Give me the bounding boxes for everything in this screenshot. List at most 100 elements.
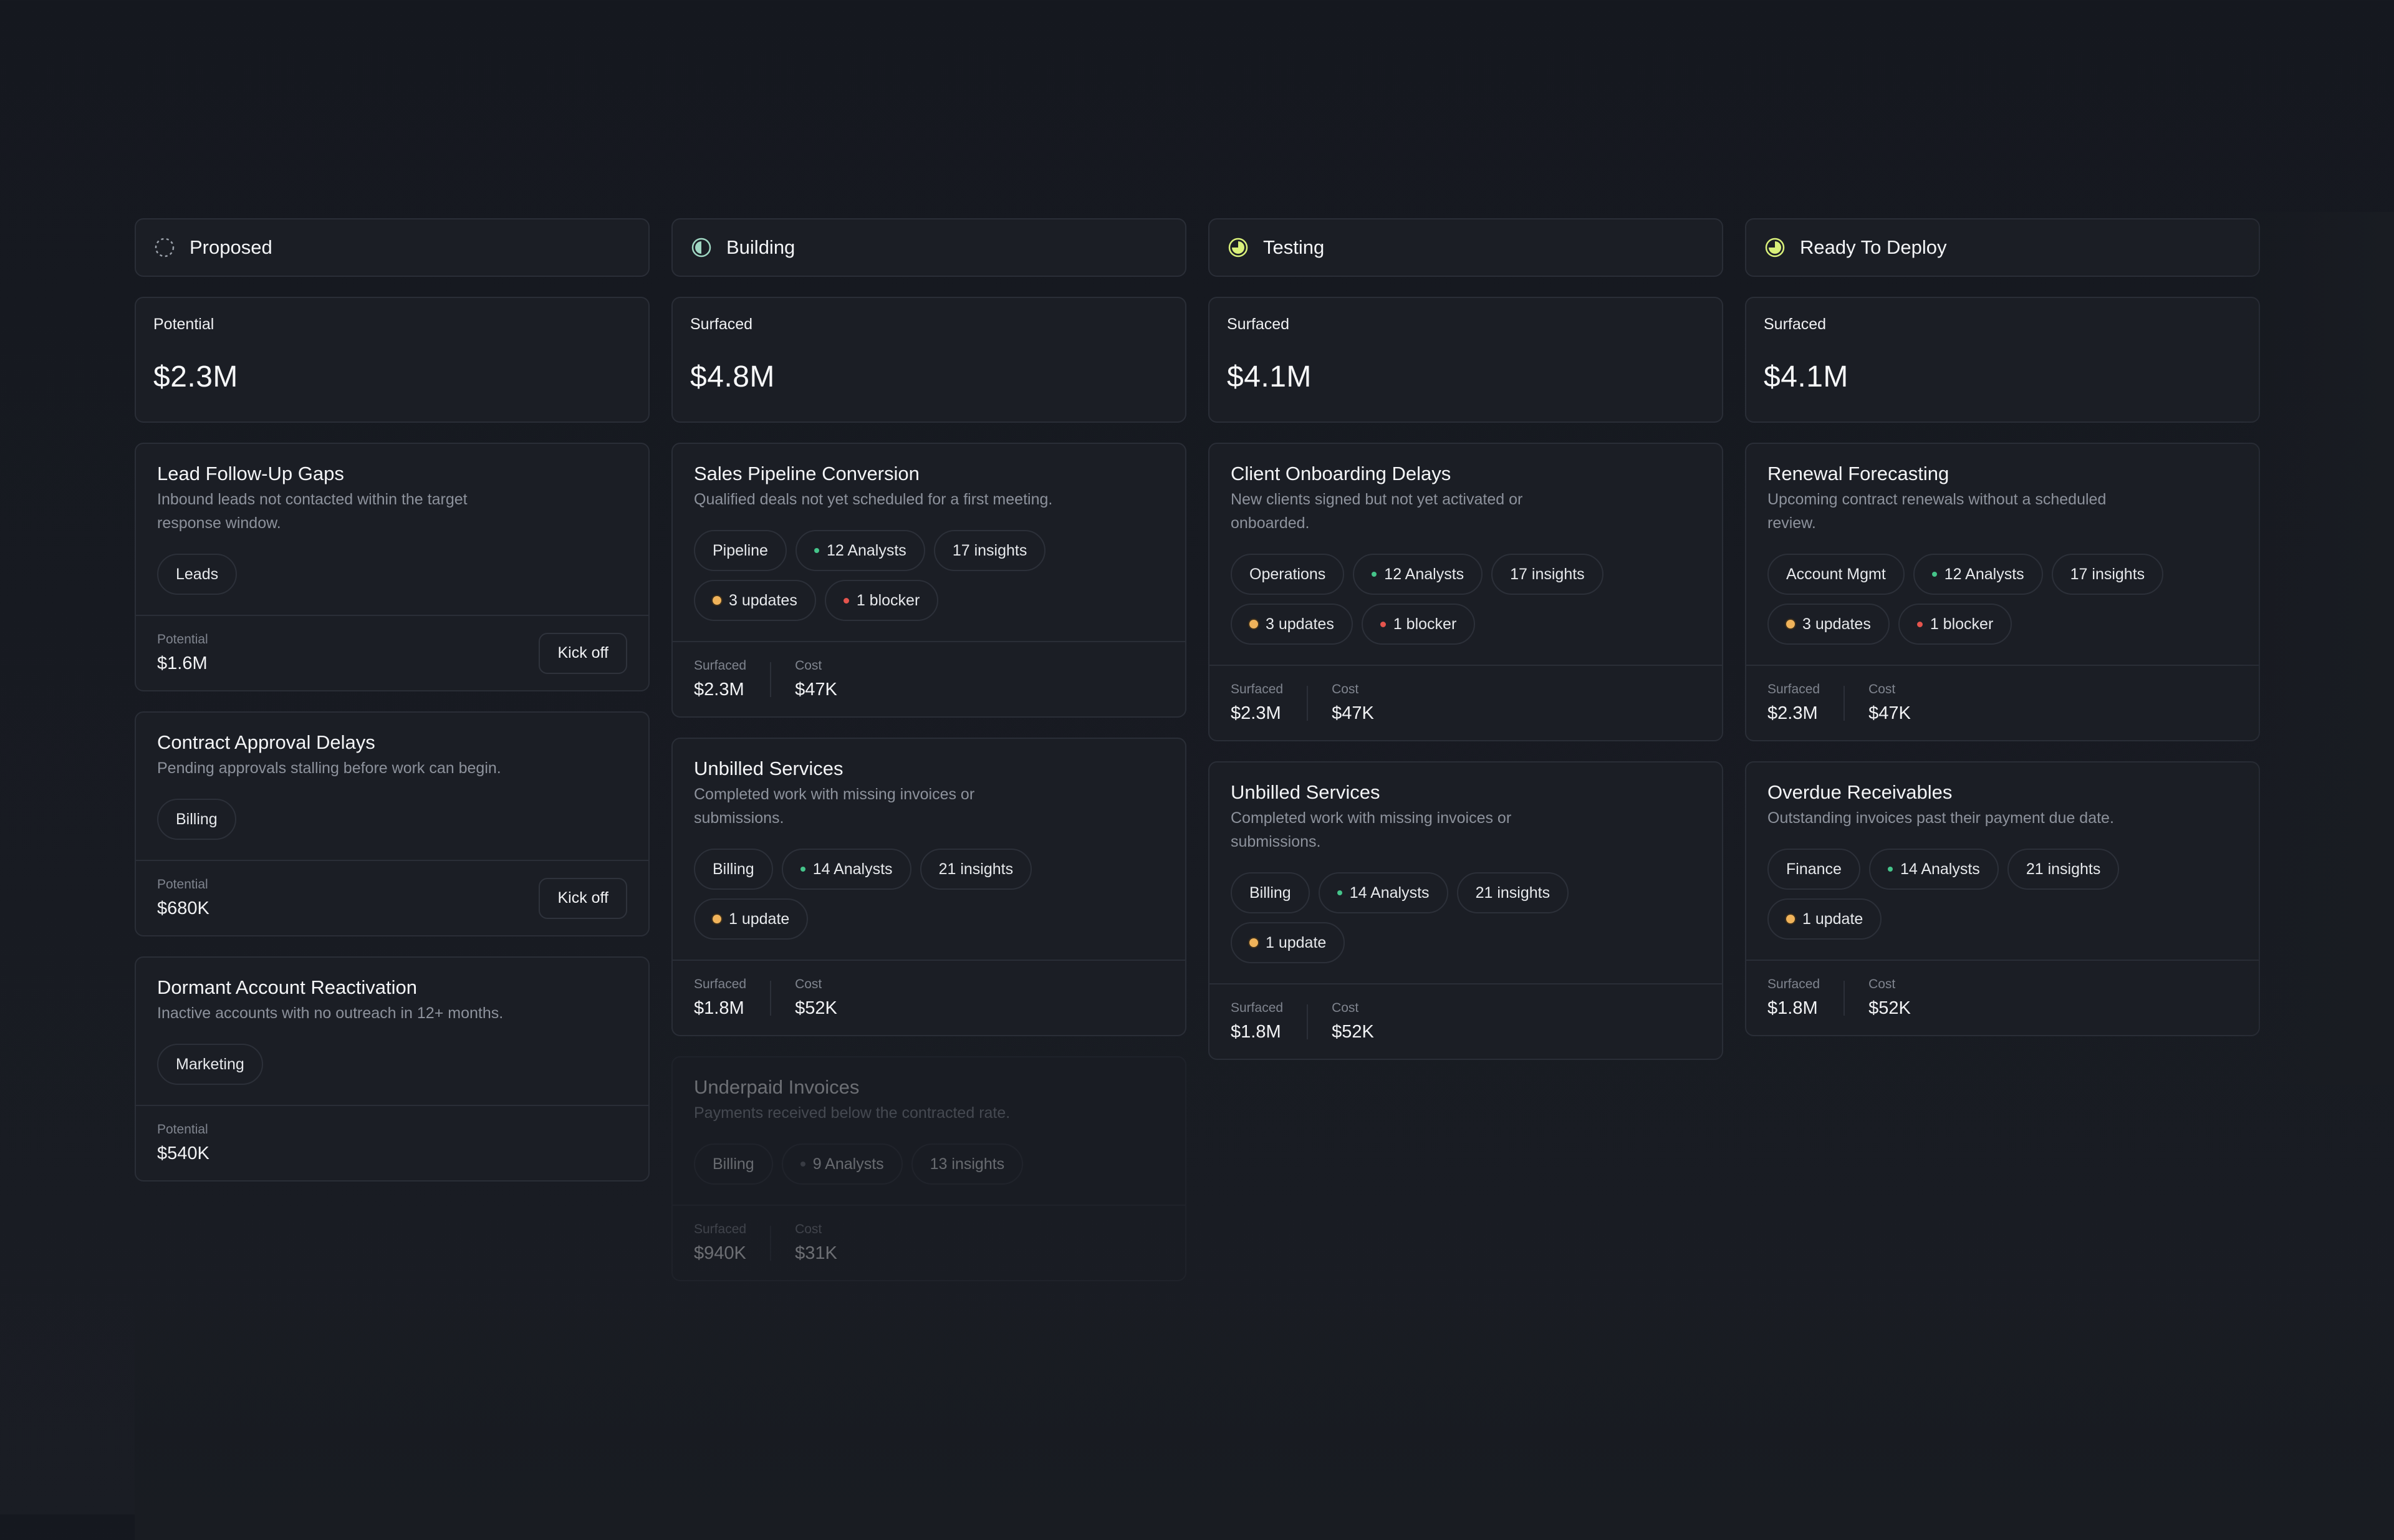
insights-chip[interactable]: 21 insights [2007,849,2120,890]
category-chip[interactable]: Billing [157,799,236,840]
category-chip[interactable]: Operations [1231,554,1345,595]
category-chip[interactable]: Account Mgmt [1767,554,1905,595]
opportunity-card[interactable]: Dormant Account Reactivation Inactive ac… [135,956,650,1181]
chip-label: 3 updates [1266,615,1334,633]
column-title: Testing [1263,236,1325,258]
half-circle-icon [691,238,711,257]
analysts-chip[interactable]: 9 Analysts [781,1143,903,1185]
category-chip[interactable]: Marketing [157,1044,263,1085]
metric-value: $2.3M [1767,703,1818,723]
metric-label: Surfaced [694,977,747,991]
cost-metric: Cost $31K [795,1222,837,1264]
analysts-chip[interactable]: 14 Analysts [1868,849,1999,890]
card-title: Overdue Receivables [1767,781,1953,803]
metric-value: $52K [1868,998,1911,1018]
metric-label: Surfaced [1231,1001,1284,1015]
category-chip[interactable]: Billing [694,849,773,890]
column-title: Proposed [190,236,272,258]
updates-chip[interactable]: 3 updates [1231,604,1353,645]
category-chip[interactable]: Finance [1767,849,1860,890]
card-title: Client Onboarding Delays [1231,463,1451,484]
chip-label: 14 Analysts [812,860,893,878]
insights-chip[interactable]: 17 insights [933,530,1046,571]
insights-chip[interactable]: 13 insights [911,1143,1024,1185]
opportunity-card[interactable]: Underpaid Invoices Payments received bel… [671,1056,1186,1281]
chip-label: 1 update [1266,933,1327,951]
opportunity-card[interactable]: Lead Follow-Up Gaps Inbound leads not co… [135,443,650,691]
updates-chip[interactable]: 1 update [694,898,809,940]
updates-chip[interactable]: 1 update [1767,898,1882,940]
metric-label: Potential [157,1122,208,1137]
kick-off-button[interactable]: Kick off [539,632,627,674]
update-dot-icon [1249,620,1258,628]
surfaced-metric: Surfaced $1.8M [1767,977,1820,1019]
metric-divider [770,1225,772,1261]
insights-chip[interactable]: 17 insights [2051,554,2164,595]
analysts-chip[interactable]: 12 Analysts [1913,554,2043,595]
cost-metric: Cost $52K [1868,977,1911,1019]
metric-divider [770,662,772,697]
kick-off-button[interactable]: Kick off [539,877,627,919]
metric-value: $31K [795,1243,837,1263]
metric-label: Cost [1332,682,1359,696]
summary-value: $4.1M [1764,360,1848,393]
card-title: Renewal Forecasting [1767,463,1949,484]
analysts-chip[interactable]: 14 Analysts [781,849,911,890]
insights-chip[interactable]: 21 insights [920,849,1032,890]
analysts-chip[interactable]: 14 Analysts [1318,872,1448,913]
insights-chip[interactable]: 17 insights [1491,554,1603,595]
card-footer: Surfaced $940K Cost $31K [673,1205,1185,1280]
blocker-dot-icon [843,597,849,604]
insights-chip[interactable]: 21 insights [1456,872,1569,913]
column-summary: Surfaced $4.8M [671,297,1186,423]
updates-chip[interactable]: 3 updates [1767,604,1890,645]
column-header[interactable]: Ready To Deploy [1745,218,2260,277]
column-title: Building [726,236,796,258]
opportunity-card[interactable]: Overdue Receivables Outstanding invoices… [1745,761,2260,1036]
metric-label: Cost [1868,682,1896,696]
card-description: Inactive accounts with no outreach in 12… [157,1004,504,1022]
column-header[interactable]: Building [671,218,1186,277]
metric-label: Surfaced [694,658,747,673]
status-dot-icon [1887,867,1893,872]
potential-metric: Potential $680K [157,877,209,919]
metric-value: $540K [157,1143,209,1163]
opportunity-card[interactable]: Contract Approval Delays Pending approva… [135,711,650,936]
card-title: Contract Approval Delays [157,731,375,753]
opportunity-card[interactable]: Unbilled Services Completed work with mi… [671,738,1186,1036]
chip-label: 14 Analysts [1349,883,1430,902]
blocker-chip[interactable]: 1 blocker [1898,604,2012,645]
category-chip[interactable]: Pipeline [694,530,787,571]
analysts-chip[interactable]: 12 Analysts [795,530,925,571]
column-proposed: Proposed Potential $2.3M Lead Follow-Up … [135,218,650,1181]
chip-label: 12 Analysts [826,541,906,559]
update-dot-icon [1786,915,1795,923]
status-dot-icon [1337,890,1342,895]
cost-metric: Cost $52K [795,977,837,1019]
metric-divider [1844,980,1845,1016]
card-description: Inbound leads not contacted within the t… [157,491,468,532]
opportunity-card[interactable]: Unbilled Services Completed work with mi… [1208,761,1723,1060]
column-testing: Testing Surfaced $4.1M Client Onboarding… [1208,218,1723,1060]
category-chip[interactable]: Leads [157,554,238,595]
analysts-chip[interactable]: 12 Analysts [1353,554,1483,595]
metric-label: Cost [1332,1001,1359,1015]
category-chip[interactable]: Billing [1231,872,1310,913]
column-header[interactable]: Testing [1208,218,1723,277]
updates-chip[interactable]: 3 updates [694,580,816,621]
metric-label: Surfaced [1231,682,1284,696]
summary-label: Surfaced [1764,315,1827,333]
opportunity-card[interactable]: Renewal Forecasting Upcoming contract re… [1745,443,2260,741]
opportunity-card[interactable]: Client Onboarding Delays New clients sig… [1208,443,1723,741]
card-footer: Surfaced $2.3M Cost $47K [673,641,1185,716]
metric-value: $1.8M [1767,998,1818,1018]
blocker-chip[interactable]: 1 blocker [824,580,939,621]
opportunity-card[interactable]: Sales Pipeline Conversion Qualified deal… [671,443,1186,718]
column-header[interactable]: Proposed [135,218,650,277]
chip-label: 12 Analysts [1944,565,2024,583]
status-dot-icon [800,1162,805,1167]
category-chip[interactable]: Billing [694,1143,773,1185]
blocker-chip[interactable]: 1 blocker [1361,604,1476,645]
updates-chip[interactable]: 1 update [1231,922,1345,963]
blocker-dot-icon [1380,621,1386,627]
